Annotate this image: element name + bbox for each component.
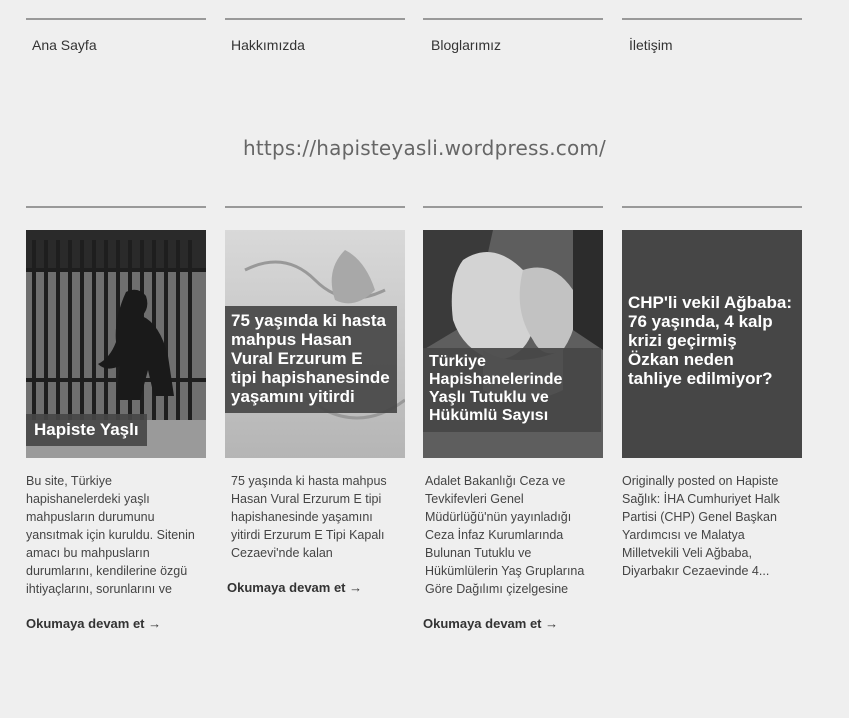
post-title[interactable]: Türkiye Hapishanelerinde Yaşlı Tutuklu v… <box>423 348 601 432</box>
post-card: Hapiste Yaşlı Bu site, Türkiye hapishane… <box>26 206 206 631</box>
post-divider <box>26 206 206 208</box>
site-url[interactable]: https://hapisteyasli.wordpress.com/ <box>0 136 849 160</box>
post-card: 75 yaşında ki hasta mahpus Hasan Vural E… <box>225 206 405 595</box>
post-excerpt: Bu site, Türkiye hapishanelerdeki yaşlı … <box>26 474 195 596</box>
nav-divider <box>225 18 405 20</box>
nav-column-about: Hakkımızda <box>225 18 405 53</box>
post-divider <box>225 206 405 208</box>
post-thumbnail[interactable]: Hapiste Yaşlı <box>26 230 206 458</box>
read-more-link[interactable]: Okumaya devam et → <box>225 580 405 595</box>
post-excerpt: Originally posted on Hapiste Sağlık: İHA… <box>622 474 780 578</box>
nav-link-contact[interactable]: İletişim <box>629 37 802 53</box>
nav-divider <box>622 18 802 20</box>
nav-divider <box>423 18 603 20</box>
read-more-link[interactable]: Okumaya devam et → <box>26 616 206 631</box>
post-title[interactable]: 75 yaşında ki hasta mahpus Hasan Vural E… <box>225 306 397 413</box>
post-card: Türkiye Hapishanelerinde Yaşlı Tutuklu v… <box>423 206 603 631</box>
post-title[interactable]: Hapiste Yaşlı <box>26 414 147 446</box>
post-divider <box>622 206 802 208</box>
post-excerpt: 75 yaşında ki hasta mahpus Hasan Vural E… <box>231 474 387 560</box>
post-thumbnail[interactable]: Türkiye Hapishanelerinde Yaşlı Tutuklu v… <box>423 230 603 458</box>
nav-link-about[interactable]: Hakkımızda <box>231 37 405 53</box>
read-more-link[interactable]: Okumaya devam et → <box>423 616 603 631</box>
nav-divider <box>26 18 206 20</box>
nav-column-blogs: Bloglarımız <box>423 18 603 53</box>
post-thumbnail[interactable]: CHP'li vekil Ağbaba: 76 yaşında, 4 kalp … <box>622 230 802 458</box>
page: Ana Sayfa Hakkımızda Bloglarımız İletişi… <box>0 0 849 718</box>
post-excerpt: Adalet Bakanlığı Ceza ve Tevkifevleri Ge… <box>425 474 585 596</box>
post-divider <box>423 206 603 208</box>
nav-column-home: Ana Sayfa <box>26 18 206 53</box>
post-card: CHP'li vekil Ağbaba: 76 yaşında, 4 kalp … <box>622 206 802 580</box>
post-title[interactable]: CHP'li vekil Ağbaba: 76 yaşında, 4 kalp … <box>622 288 798 395</box>
post-thumbnail[interactable]: 75 yaşında ki hasta mahpus Hasan Vural E… <box>225 230 405 458</box>
nav-link-blogs[interactable]: Bloglarımız <box>431 37 603 53</box>
nav-column-contact: İletişim <box>622 18 802 53</box>
nav-link-home[interactable]: Ana Sayfa <box>32 37 206 53</box>
